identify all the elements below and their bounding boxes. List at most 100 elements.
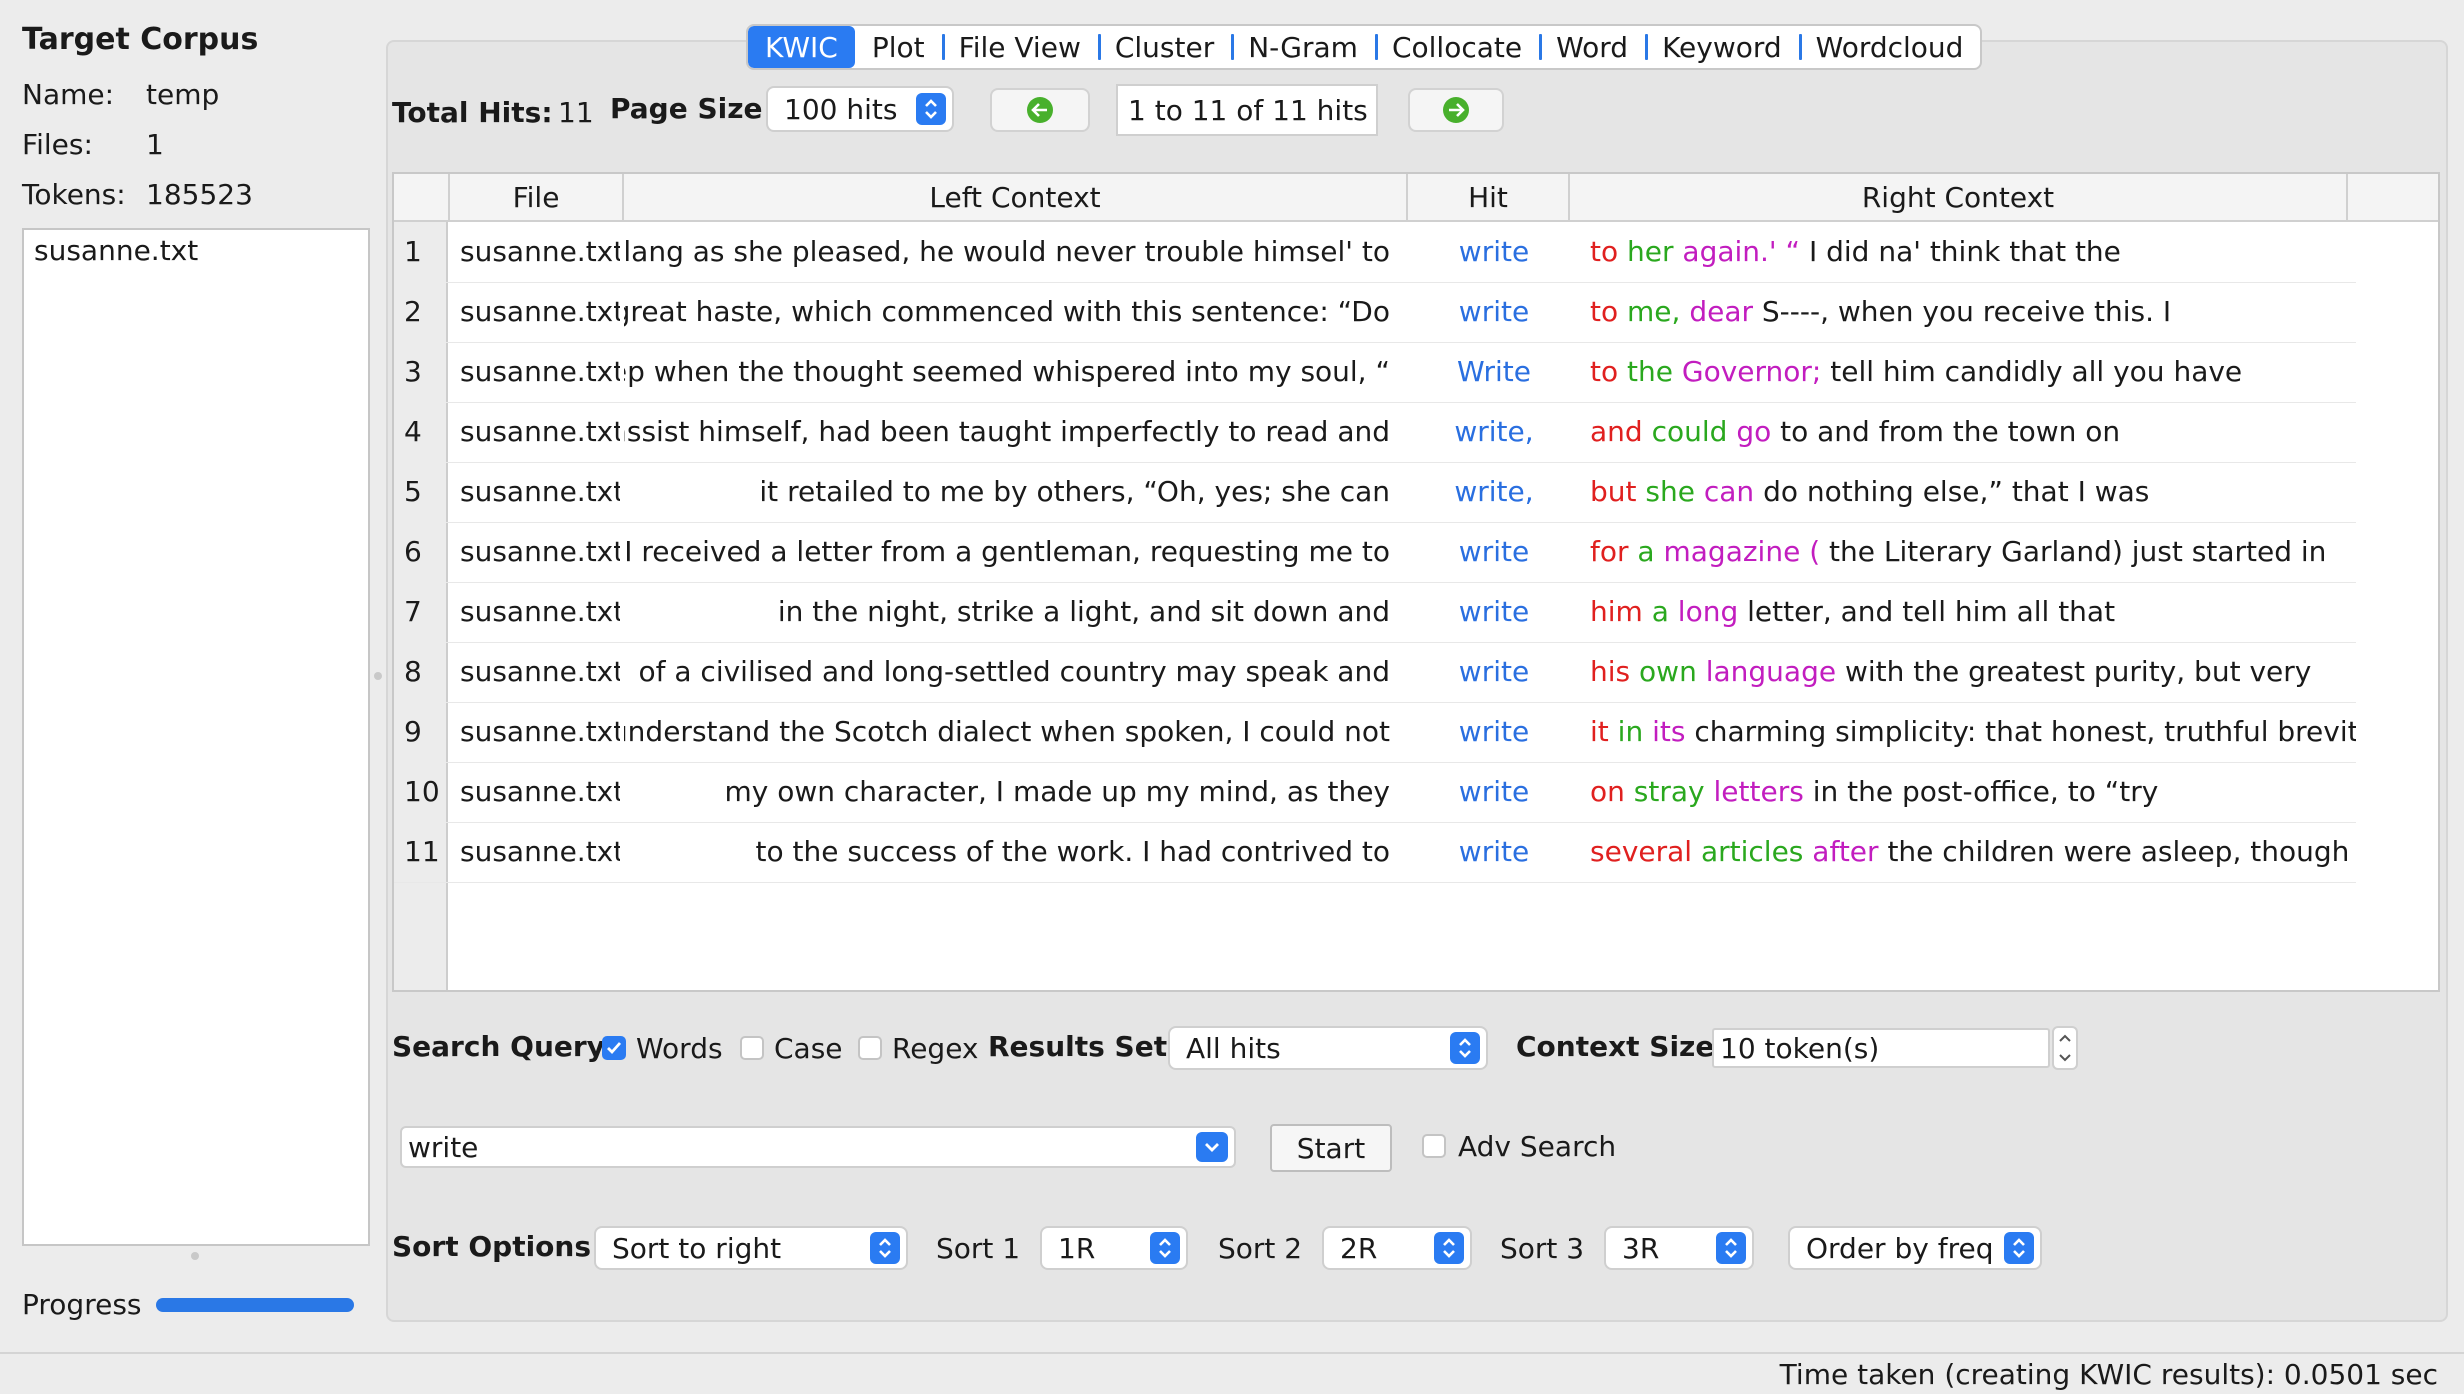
hit-column-header[interactable]: Hit: [1408, 174, 1570, 222]
tab-plot[interactable]: Plot: [855, 26, 942, 68]
right-context-cell[interactable]: him a long letter, and tell him all that: [1580, 582, 2356, 642]
right-context-cell[interactable]: to her again.' “ I did na' think that th…: [1580, 222, 2356, 282]
left-context-cell[interactable]: I received a letter from a gentleman, re…: [624, 522, 1408, 582]
right-context-column-header[interactable]: Right Context: [1570, 174, 2348, 222]
right-context-cell[interactable]: to me, dear S----, when you receive this…: [1580, 282, 2356, 342]
file-cell[interactable]: susanne.txt: [450, 402, 620, 462]
left-splitter-handle[interactable]: [191, 1252, 199, 1260]
file-cell[interactable]: susanne.txt: [450, 282, 620, 342]
tab-wordcloud[interactable]: Wordcloud: [1798, 26, 1981, 68]
hit-cell[interactable]: write: [1414, 642, 1574, 702]
file-column-header[interactable]: File: [450, 174, 624, 222]
case-checkbox[interactable]: [740, 1036, 764, 1060]
page-size-select[interactable]: 100 hits: [766, 86, 954, 132]
right-context-cell[interactable]: several articles after the children were…: [1580, 822, 2356, 882]
kwic-results-table[interactable]: File Left Context Hit Right Context 1 sus…: [392, 172, 2440, 992]
tab-n-gram[interactable]: N-Gram: [1231, 26, 1375, 68]
tab-kwic[interactable]: KWIC: [748, 26, 855, 68]
results-set-select[interactable]: All hits: [1168, 1026, 1488, 1070]
left-context-cell[interactable]: understand the Scotch dialect when spoke…: [624, 702, 1408, 762]
hit-cell[interactable]: write: [1414, 702, 1574, 762]
total-hits-value: 11: [558, 96, 594, 129]
left-context-cell[interactable]: in the night, strike a light, and sit do…: [624, 582, 1408, 642]
next-page-button[interactable]: [1408, 88, 1504, 132]
table-row[interactable]: 6 susanne.txt I received a letter from a g…: [394, 522, 2356, 583]
left-context-cell[interactable]: to the success of the work. I had contri…: [624, 822, 1408, 882]
sort-mode-select[interactable]: Sort to right: [594, 1226, 908, 1270]
hit-cell[interactable]: write: [1414, 822, 1574, 882]
left-context-cell[interactable]: of a civilised and long-settled country …: [624, 642, 1408, 702]
file-cell[interactable]: susanne.txt: [450, 822, 620, 882]
sort-word-1: on: [1590, 775, 1625, 808]
right-context-rest: do nothing else,” that I was: [1763, 475, 2150, 508]
left-context-cell[interactable]: my own character, I made up my mind, as …: [624, 762, 1408, 822]
hit-cell[interactable]: write: [1414, 762, 1574, 822]
file-cell[interactable]: susanne.txt: [450, 522, 620, 582]
regex-checkbox[interactable]: [858, 1036, 882, 1060]
left-context-cell[interactable]: lang as she pleased, he would never trou…: [624, 222, 1408, 282]
context-size-stepper[interactable]: [2052, 1026, 2078, 1070]
file-cell[interactable]: susanne.txt: [450, 462, 620, 522]
tab-file-view[interactable]: File View: [941, 26, 1098, 68]
tab-cluster[interactable]: Cluster: [1097, 26, 1231, 68]
sort3-select[interactable]: 3R: [1604, 1226, 1754, 1270]
row-number: 6: [394, 522, 446, 582]
tab-collocate[interactable]: Collocate: [1374, 26, 1539, 68]
left-context-cell[interactable]: it retailed to me by others, “Oh, yes; s…: [624, 462, 1408, 522]
sort1-value: 1R: [1058, 1231, 1096, 1265]
adv-search-checkbox[interactable]: [1422, 1134, 1446, 1158]
table-row[interactable]: 5 susanne.txt it retailed to me by others,…: [394, 462, 2356, 523]
right-context-cell[interactable]: but she can do nothing else,” that I was: [1580, 462, 2356, 522]
search-query-combobox[interactable]: write: [400, 1126, 1236, 1168]
start-button[interactable]: Start: [1270, 1124, 1392, 1172]
table-row[interactable]: 1 susanne.txt lang as she pleased, he woul…: [394, 222, 2356, 283]
left-context-cell[interactable]: assist himself, had been taught imperfec…: [624, 402, 1408, 462]
hit-cell[interactable]: write: [1414, 522, 1574, 582]
table-row[interactable]: 2 susanne.txt in great haste, which commen…: [394, 282, 2356, 343]
right-context-cell[interactable]: on stray letters in the post-office, to …: [1580, 762, 2356, 822]
words-checkbox[interactable]: [602, 1036, 626, 1060]
chevron-down-icon[interactable]: [1196, 1132, 1228, 1162]
context-size-field[interactable]: 10 token(s): [1712, 1028, 2050, 1068]
left-context-cell[interactable]: in great haste, which commenced with thi…: [624, 282, 1408, 342]
file-list-item[interactable]: susanne.txt: [24, 230, 368, 271]
right-context-cell[interactable]: his own language with the greatest purit…: [1580, 642, 2356, 702]
hit-cell[interactable]: Write: [1414, 342, 1574, 402]
right-context-cell[interactable]: for a magazine ( the Literary Garland) j…: [1580, 522, 2356, 582]
vertical-splitter-handle[interactable]: [374, 672, 382, 680]
file-cell[interactable]: susanne.txt: [450, 762, 620, 822]
table-row[interactable]: 9 susanne.txt understand the Scotch dialec…: [394, 702, 2356, 763]
right-context-cell[interactable]: to the Governor; tell him candidly all y…: [1580, 342, 2356, 402]
table-row[interactable]: 11 susanne.txt to the success of the work.…: [394, 822, 2356, 883]
table-row[interactable]: 4 susanne.txt assist himself, had been tau…: [394, 402, 2356, 463]
table-row[interactable]: 10 susanne.txt my own character, I made up…: [394, 762, 2356, 823]
previous-page-button[interactable]: [990, 88, 1090, 132]
hit-cell[interactable]: write,: [1414, 402, 1574, 462]
order-select[interactable]: Order by freq: [1788, 1226, 2042, 1270]
file-cell[interactable]: susanne.txt: [450, 582, 620, 642]
left-context-cell[interactable]: sleep when the thought seemed whispered …: [624, 342, 1408, 402]
left-context-column-header[interactable]: Left Context: [624, 174, 1408, 222]
sort1-select[interactable]: 1R: [1040, 1226, 1188, 1270]
hit-cell[interactable]: write: [1414, 222, 1574, 282]
table-row[interactable]: 3 susanne.txt sleep when the thought seeme…: [394, 342, 2356, 403]
hit-cell[interactable]: write: [1414, 582, 1574, 642]
table-row[interactable]: 8 susanne.txt of a civilised and long-sett…: [394, 642, 2356, 703]
file-cell[interactable]: susanne.txt: [450, 642, 620, 702]
table-row[interactable]: 7 susanne.txt in the night, strike a light…: [394, 582, 2356, 643]
tab-word[interactable]: Word: [1539, 26, 1645, 68]
sort2-select[interactable]: 2R: [1322, 1226, 1472, 1270]
right-context-cell[interactable]: it in its charming simplicity: that hone…: [1580, 702, 2356, 762]
search-query-input[interactable]: write: [408, 1131, 478, 1164]
tab-keyword[interactable]: Keyword: [1645, 26, 1799, 68]
hit-cell[interactable]: write,: [1414, 462, 1574, 522]
chevron-up-icon[interactable]: [2058, 1033, 2072, 1043]
right-context-cell[interactable]: and could go to and from the town on: [1580, 402, 2356, 462]
sort-word-2: articles: [1700, 835, 1804, 868]
file-cell[interactable]: susanne.txt: [450, 702, 620, 762]
chevron-down-icon[interactable]: [2058, 1053, 2072, 1063]
file-cell[interactable]: susanne.txt: [450, 222, 620, 282]
hit-cell[interactable]: write: [1414, 282, 1574, 342]
corpus-file-list[interactable]: susanne.txt: [22, 228, 370, 1246]
file-cell[interactable]: susanne.txt: [450, 342, 620, 402]
